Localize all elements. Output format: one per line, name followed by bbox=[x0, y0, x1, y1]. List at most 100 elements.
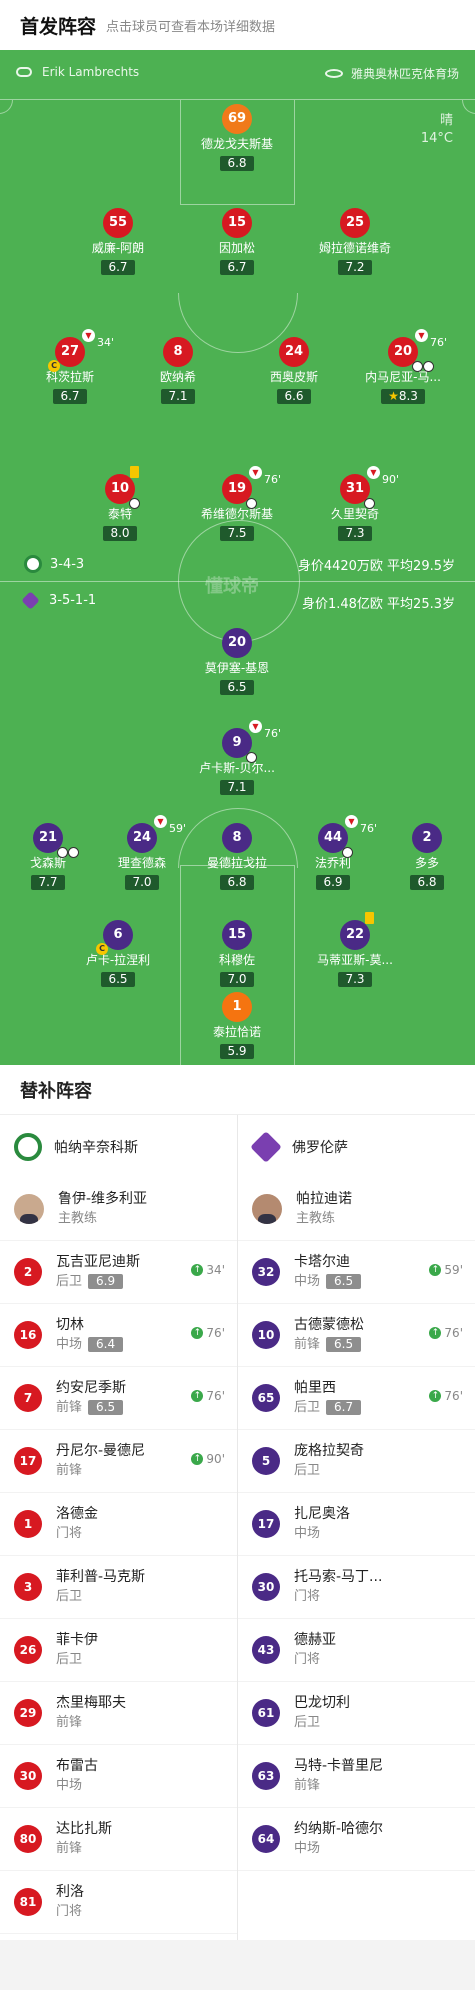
sub-on-time: ↑ 76' bbox=[191, 1326, 225, 1340]
player-away-mid[interactable]: 2 多多 6.8 bbox=[377, 823, 475, 890]
player-away-def[interactable]: 6C 卢卡-拉涅利 6.5 bbox=[68, 920, 168, 987]
player-away-am[interactable]: 9 ▼ 76' 卢卡斯-贝尔... 7.1 bbox=[187, 720, 287, 795]
sub-time: 34' bbox=[206, 1263, 225, 1277]
sub-player-row[interactable]: 63 马特-卡普里尼 前锋 bbox=[238, 1745, 475, 1808]
player-number-text: 19 bbox=[227, 481, 247, 496]
player-rating: 7.3 bbox=[338, 526, 372, 541]
sub-player-row[interactable]: 30 布雷古 中场 bbox=[0, 1745, 237, 1808]
player-name: 曼德拉戈拉 bbox=[206, 856, 267, 870]
goal-ball-icon bbox=[129, 498, 140, 509]
sub-position-line: 门将 bbox=[56, 1902, 84, 1922]
coach-row[interactable]: 鲁伊-维多利亚 主教练 bbox=[0, 1178, 237, 1241]
sub-player-row[interactable]: 1 洛德金 门将 bbox=[0, 1493, 237, 1556]
sub-player-row[interactable]: 30 托马索-马丁... 门将 bbox=[238, 1556, 475, 1619]
sub-number: 80 bbox=[14, 1825, 42, 1853]
player-name: 法乔利 bbox=[314, 856, 351, 870]
player-number: 20 bbox=[222, 628, 252, 658]
sub-player-row[interactable]: 16 切林 中场 6.4 ↑ 76' bbox=[0, 1304, 237, 1367]
player-home-def[interactable]: 15 因加松 6.7 bbox=[187, 208, 287, 275]
watermark: 懂球帝 bbox=[205, 576, 259, 597]
fiorentina-logo-icon bbox=[21, 591, 40, 610]
sub-position: 中场 bbox=[56, 1336, 83, 1352]
player-name: 内马尼亚-马... bbox=[365, 370, 441, 384]
sub-player-row[interactable]: 17 扎尼奥洛 中场 bbox=[238, 1493, 475, 1556]
player-away-mid[interactable]: 8 曼德拉戈拉 6.8 bbox=[187, 823, 287, 890]
sub-player-row[interactable]: 2 瓦吉亚尼迪斯 后卫 6.9 ↑ 34' bbox=[0, 1241, 237, 1304]
sub-player-row[interactable]: 65 帕里西 后卫 6.7 ↑ 76' bbox=[238, 1367, 475, 1430]
sub-player-row[interactable]: 80 达比扎斯 前锋 bbox=[0, 1808, 237, 1871]
player-away-mid[interactable]: 24 ▼ 59' 理查德森 7.0 bbox=[92, 815, 192, 890]
assist-icon bbox=[423, 361, 434, 372]
sub-time: 76' bbox=[206, 1326, 225, 1340]
player-number: 25 bbox=[340, 208, 370, 238]
sub-player-row[interactable]: 26 菲卡伊 后卫 bbox=[0, 1619, 237, 1682]
assist-icon bbox=[364, 498, 375, 509]
sub-name: 卡塔尔迪 bbox=[294, 1253, 350, 1270]
player-home-mid[interactable]: 24 西奥皮斯 6.6 bbox=[244, 337, 344, 404]
team-name: 帕纳辛奈科斯 bbox=[54, 1139, 138, 1156]
sub-time: 76' bbox=[206, 1389, 225, 1403]
sub-position-line: 中场 6.4 bbox=[56, 1335, 124, 1355]
player-home-mid[interactable]: 27 ▼ 34' C 科茨拉斯 6.7 bbox=[20, 329, 120, 404]
sub-player-row[interactable]: 3 菲利普-马克斯 后卫 bbox=[0, 1556, 237, 1619]
sub-name: 达比扎斯 bbox=[56, 1820, 112, 1837]
substitutes-title: 替补阵容 bbox=[0, 1065, 475, 1115]
sub-number: 30 bbox=[252, 1573, 280, 1601]
player-home-mid[interactable]: 20 ▼ 76' 内马尼亚-马... ★8.3 bbox=[353, 329, 453, 404]
coach-row[interactable]: 帕拉迪诺 主教练 bbox=[238, 1178, 475, 1241]
sub-time: 90' bbox=[206, 1452, 225, 1466]
sub-player-row[interactable]: 7 约安尼季斯 前锋 6.5 ↑ 76' bbox=[0, 1367, 237, 1430]
player-home-fwd[interactable]: 31 ▼ 90' 久里契奇 7.3 bbox=[305, 466, 405, 541]
star-icon: ★ bbox=[388, 389, 399, 403]
home-squad-value: 身价4420万欧 平均29.5岁 bbox=[297, 559, 455, 574]
yellow-card-icon bbox=[130, 466, 139, 478]
player-rating: 6.8 bbox=[220, 156, 254, 171]
sub-player-row[interactable]: 32 卡塔尔迪 中场 6.5 ↑ 59' bbox=[238, 1241, 475, 1304]
player-home-def[interactable]: 55 威廉-阿朗 6.7 bbox=[68, 208, 168, 275]
sub-player-row[interactable]: 17 丹尼尔-曼德尼 前锋 ↑ 90' bbox=[0, 1430, 237, 1493]
sub-position: 后卫 bbox=[56, 1273, 83, 1289]
player-away-fwd[interactable]: 20 莫伊塞-基恩 6.5 bbox=[187, 628, 287, 695]
sub-number: 61 bbox=[252, 1699, 280, 1727]
player-home-fwd[interactable]: 10 泰特 8.0 bbox=[70, 466, 170, 541]
sub-position: 前锋 bbox=[56, 1714, 83, 1730]
player-home-fwd[interactable]: 19 ▼ 76' 希维德尔斯基 7.5 bbox=[187, 466, 287, 541]
player-home-gk[interactable]: 69 德龙戈夫斯基 6.8 bbox=[187, 104, 287, 171]
away-subs-column: 佛罗伦萨 帕拉迪诺 主教练 32 卡塔尔迪 中场 6.5 ↑ 59' 10 古德蒙德松 前… bbox=[238, 1115, 475, 1871]
sub-player-row[interactable]: 29 杰里梅耶夫 前锋 bbox=[0, 1682, 237, 1745]
player-away-gk[interactable]: 1 泰拉恰诺 5.9 bbox=[187, 992, 287, 1059]
player-number: 15 bbox=[222, 208, 252, 238]
sub-number: 17 bbox=[14, 1447, 42, 1475]
player-home-def[interactable]: 25 姆拉德诺维奇 7.2 bbox=[305, 208, 405, 275]
sub-off-icon: ▼ bbox=[249, 466, 262, 479]
sub-number: 7 bbox=[14, 1384, 42, 1412]
sub-number: 16 bbox=[14, 1321, 42, 1349]
player-number: 24 bbox=[279, 337, 309, 367]
sub-position: 前锋 bbox=[56, 1840, 83, 1856]
sub-name: 切林 bbox=[56, 1316, 84, 1333]
player-away-mid[interactable]: 21 戈森斯 7.7 bbox=[0, 823, 98, 890]
player-away-mid[interactable]: 44 ▼ 76' 法乔利 6.9 bbox=[283, 815, 383, 890]
sub-player-row[interactable]: 10 古德蒙德松 前锋 6.5 ↑ 76' bbox=[238, 1304, 475, 1367]
sub-time: 59' bbox=[444, 1263, 463, 1277]
player-number: 20 ▼ 76' bbox=[388, 329, 447, 372]
player-away-def[interactable]: 22 马蒂亚斯-莫... 7.3 bbox=[305, 912, 405, 987]
sub-rating: 6.5 bbox=[326, 1336, 362, 1352]
home-team-header: 帕纳辛奈科斯 bbox=[0, 1115, 237, 1178]
sub-player-row[interactable]: 81 利洛 门将 bbox=[0, 1871, 237, 1934]
player-number: 69 bbox=[222, 104, 252, 134]
sub-player-row[interactable]: 5 庞格拉契奇 后卫 bbox=[238, 1430, 475, 1493]
sub-position: 前锋 bbox=[56, 1399, 83, 1415]
sub-player-row[interactable]: 64 约纳斯-哈德尔 中场 bbox=[238, 1808, 475, 1871]
sub-player-row[interactable]: 61 巴龙切利 后卫 bbox=[238, 1682, 475, 1745]
player-number: 10 bbox=[105, 466, 140, 509]
player-away-def[interactable]: 15 科穆佐 7.0 bbox=[187, 920, 287, 987]
sub-on-icon: ↑ bbox=[191, 1264, 204, 1276]
lineup-header: 首发阵容 点击球员可查看本场详细数据 bbox=[0, 0, 475, 50]
sub-number: 2 bbox=[14, 1258, 42, 1286]
referee-name: Erik Lambrechts bbox=[42, 65, 140, 79]
sub-number: 17 bbox=[252, 1510, 280, 1538]
player-number: 8 bbox=[222, 823, 252, 853]
player-home-mid[interactable]: 8 欧纳希 7.1 bbox=[128, 337, 228, 404]
sub-player-row[interactable]: 43 德赫亚 门将 bbox=[238, 1619, 475, 1682]
